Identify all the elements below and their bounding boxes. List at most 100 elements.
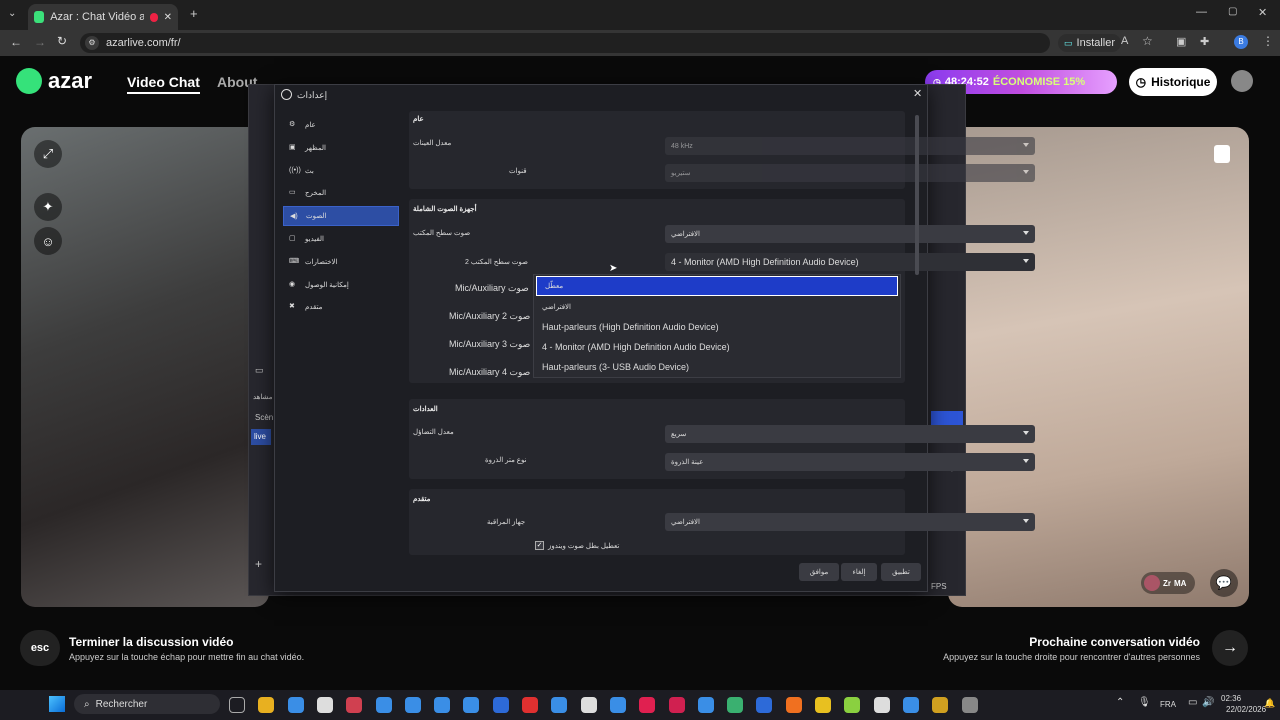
peak-meter-select[interactable]: عينة الذروة <box>665 453 1035 471</box>
app-icon[interactable] <box>844 697 861 713</box>
dropdown-option[interactable]: Haut-parleurs (High Definition Audio Dev… <box>534 317 902 337</box>
new-tab-icon[interactable]: + <box>190 6 198 21</box>
store-icon[interactable] <box>316 697 333 713</box>
site-info-icon[interactable]: ⚙ <box>85 36 99 50</box>
app-icon[interactable] <box>522 697 538 713</box>
back-icon[interactable]: ← <box>10 35 22 49</box>
obs-taskbar-icon[interactable] <box>902 697 919 713</box>
close-tab-icon[interactable]: ✕ <box>164 12 172 23</box>
tray-time[interactable]: 02:36 <box>1221 694 1241 703</box>
forward-icon[interactable]: → <box>34 35 46 49</box>
chrome-profile-icon[interactable] <box>697 697 714 713</box>
sidebar-item-1[interactable]: ▣ المظهر <box>283 138 399 158</box>
azar-logo[interactable]: azar <box>16 68 92 94</box>
partner-badge[interactable]: Zr MA <box>1141 572 1195 594</box>
install-button[interactable]: ▭ Installer <box>1058 34 1122 52</box>
install-icon: ▭ <box>1064 37 1073 48</box>
obs-taskbar-icon[interactable] <box>961 697 978 713</box>
app-icon[interactable] <box>639 697 656 713</box>
obs-add-scene-icon[interactable]: + <box>255 557 262 571</box>
extension-icon[interactable]: ▣ <box>1176 35 1186 48</box>
notification-bell-icon[interactable]: 🔔 <box>1264 698 1275 709</box>
chrome-profile-icon[interactable] <box>404 697 421 713</box>
sidebar-item-2[interactable]: ((•)) بث <box>283 161 399 181</box>
restore-window-icon[interactable]: ▢ <box>1228 6 1237 17</box>
dropdown-option[interactable]: Haut-parleurs (3- USB Audio Device) <box>534 357 902 377</box>
dropdown-option[interactable]: 4 - Monitor (AMD High Definition Audio D… <box>534 337 902 357</box>
translate-icon[interactable]: A <box>1121 35 1128 47</box>
sidebar-item-7[interactable]: ◉ إمكانية الوصول <box>283 275 399 295</box>
dropdown-option[interactable]: معطّل <box>536 276 898 296</box>
obs-scene-live[interactable]: live <box>251 429 271 445</box>
app-icon[interactable] <box>785 697 802 713</box>
chat-bubble-icon[interactable]: 💬 <box>1210 569 1238 597</box>
monitor-device-select[interactable]: الافتراضي <box>665 513 1035 531</box>
user-avatar[interactable] <box>1231 70 1253 92</box>
history-button[interactable]: ◷ Historique <box>1129 68 1217 96</box>
audio-device-dropdown[interactable]: معطّل الافتراضي Haut-parleurs (High Defini… <box>533 274 901 378</box>
fullscreen-icon[interactable]: ⤢ <box>34 140 62 168</box>
app-icon[interactable] <box>609 697 626 713</box>
task-view-icon[interactable] <box>229 697 245 713</box>
tray-network-icon[interactable]: ▭ <box>1188 697 1197 708</box>
app-icon[interactable] <box>932 697 949 713</box>
sidebar-item-6[interactable]: ⌨ الاختصارات <box>283 252 399 272</box>
face-filter-icon[interactable]: ☺ <box>34 227 62 255</box>
media-icon[interactable] <box>346 697 363 713</box>
tray-lang[interactable]: FRA <box>1160 700 1176 709</box>
chrome-profile-icon[interactable] <box>727 697 744 713</box>
sidebar-item-8[interactable]: ✖ متقدم <box>283 297 399 317</box>
file-explorer-icon[interactable] <box>258 697 275 713</box>
sidebar-item-5[interactable]: ▢ الفيديو <box>283 229 399 249</box>
puzzle-extensions-icon[interactable]: ✚ <box>1200 35 1209 48</box>
esc-key-badge[interactable]: esc <box>20 630 60 666</box>
app-icon[interactable] <box>756 697 773 713</box>
sidebar-item-3[interactable]: ▭ المخرج <box>283 183 399 203</box>
browser-tab[interactable]: Azar : Chat Vidéo avec de ✕ <box>28 4 178 30</box>
reload-icon[interactable]: ↻ <box>57 34 67 48</box>
sidebar-item-4[interactable]: ◀) الصوت <box>283 206 399 227</box>
url-field[interactable]: ⚙ azarlive.com/fr/ <box>80 33 1050 53</box>
dropdown-option[interactable]: الافتراضي <box>534 297 902 317</box>
app-icon[interactable] <box>668 697 685 713</box>
channels-select[interactable]: ستيريو <box>665 164 1035 182</box>
settings-scrollbar[interactable] <box>915 115 919 275</box>
sample-rate-select[interactable]: 48 kHz <box>665 137 1035 155</box>
close-window-icon[interactable]: ✕ <box>1258 6 1267 19</box>
app-icon[interactable] <box>873 697 890 713</box>
bookmark-star-icon[interactable]: ☆ <box>1142 34 1153 48</box>
desktop-audio2-select[interactable]: 4 - Monitor (AMD High Definition Audio D… <box>665 253 1035 271</box>
tray-mic-icon[interactable]: 🎙 <box>1138 697 1151 708</box>
x-icon[interactable] <box>580 697 597 713</box>
browser-menu-icon[interactable]: ⋮ <box>1262 34 1274 48</box>
cancel-button[interactable]: إلغاء <box>841 563 877 581</box>
app-icon[interactable] <box>815 697 831 713</box>
chrome-icon[interactable] <box>287 697 304 713</box>
report-icon[interactable] <box>1214 145 1230 163</box>
ok-button[interactable]: موافق <box>799 563 839 581</box>
effects-wand-icon[interactable]: ✦ <box>34 193 62 221</box>
chrome-profile-icon[interactable] <box>551 697 568 713</box>
profile-avatar[interactable]: B <box>1234 35 1248 49</box>
ducking-checkbox[interactable]: ✓ <box>535 541 544 550</box>
chrome-profile-icon[interactable] <box>434 697 451 713</box>
sidebar-item-0[interactable]: ⚙ عام <box>283 115 399 135</box>
tray-date[interactable]: 22/02/2026 <box>1226 705 1266 714</box>
settings-close-icon[interactable]: ✕ <box>913 87 922 100</box>
desktop-audio-select[interactable]: الافتراضي <box>665 225 1035 243</box>
apply-button[interactable]: تطبيق <box>881 563 921 581</box>
windows-start-icon[interactable] <box>49 696 65 712</box>
tray-chevron-icon[interactable]: ⌃ <box>1116 697 1124 708</box>
taskbar-search[interactable]: ⌕ Rechercher <box>74 694 220 714</box>
next-arrow-button[interactable]: → <box>1212 630 1248 666</box>
tray-volume-icon[interactable]: 🔊 <box>1202 697 1214 708</box>
nav-video-chat[interactable]: Video Chat <box>127 74 200 94</box>
chrome-profile-icon[interactable] <box>375 697 392 713</box>
tab-list-icon[interactable]: ⌄ <box>8 8 16 19</box>
ducking-checkbox-row[interactable]: ✓ تعطيل بطل صوت ويندوز <box>535 541 619 550</box>
obs-monitor-icon[interactable]: ▭ <box>255 365 264 376</box>
minimize-window-icon[interactable]: — <box>1196 6 1207 18</box>
decay-rate-select[interactable]: سريع <box>665 425 1035 443</box>
app-icon[interactable] <box>492 697 509 713</box>
chrome-profile-icon[interactable] <box>463 697 480 713</box>
